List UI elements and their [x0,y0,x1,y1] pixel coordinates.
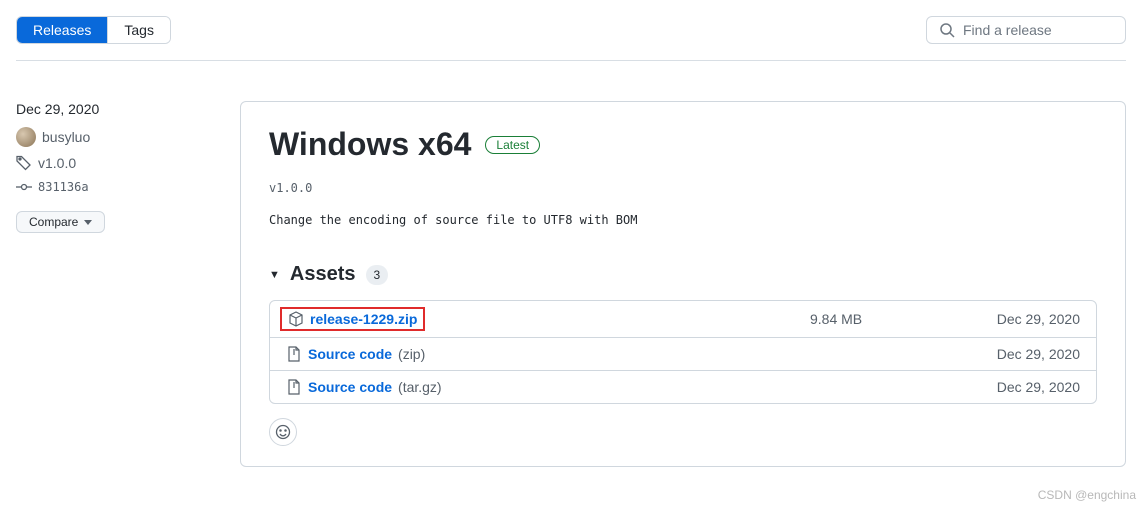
asset-link[interactable]: release-1229.zip [286,309,419,329]
search-input[interactable] [963,22,1113,38]
sidebar: Dec 29, 2020 busyluo v1.0.0 831136a Comp… [16,101,216,467]
release-panel: Windows x64 Latest v1.0.0 Change the enc… [240,101,1126,467]
asset-row: Source code (zip) Dec 29, 2020 [270,337,1096,370]
caret-down-icon: ▼ [269,269,280,281]
compare-label: Compare [29,215,78,229]
asset-size: 9.84 MB [810,311,960,327]
release-title: Windows x64 [269,126,471,163]
asset-name-text: Source code [308,379,392,395]
assets-toggle[interactable]: ▼ Assets 3 [269,263,1097,286]
asset-link[interactable]: Source code (zip) [286,346,425,362]
release-version: v1.0.0 [269,181,1097,195]
divider [16,60,1126,61]
add-reaction-button[interactable] [269,418,297,446]
asset-ext: (zip) [398,346,425,362]
highlight-box: release-1229.zip [280,307,425,331]
asset-date: Dec 29, 2020 [960,379,1080,395]
tab-releases[interactable]: Releases [17,17,107,43]
compare-button[interactable]: Compare [16,211,105,233]
asset-ext: (tar.gz) [398,379,442,395]
tag-icon [16,155,32,171]
asset-name-text: release-1229.zip [310,311,417,327]
package-icon [288,311,304,327]
caret-down-icon [84,220,92,225]
tab-tags[interactable]: Tags [107,17,170,43]
release-description: Change the encoding of source file to UT… [269,213,1097,227]
commit-icon [16,179,32,195]
release-date: Dec 29, 2020 [16,101,216,117]
latest-badge: Latest [485,136,540,154]
commit-link[interactable]: 831136a [38,180,89,194]
asset-date: Dec 29, 2020 [960,346,1080,362]
author-link[interactable]: busyluo [42,129,90,145]
assets-count: 3 [366,265,389,285]
avatar[interactable] [16,127,36,147]
asset-row: Source code (tar.gz) Dec 29, 2020 [270,370,1096,403]
assets-label: Assets [290,263,356,286]
search-container[interactable] [926,16,1126,44]
tabs-nav: Releases Tags [16,16,171,44]
asset-list: release-1229.zip9.84 MBDec 29, 2020Sourc… [269,300,1097,404]
asset-date: Dec 29, 2020 [960,311,1080,327]
zip-icon [286,379,302,395]
asset-name-text: Source code [308,346,392,362]
zip-icon [286,346,302,362]
smiley-icon [275,424,291,440]
tag-link[interactable]: v1.0.0 [38,155,76,171]
watermark: CSDN @engchina [1038,488,1136,502]
asset-link[interactable]: Source code (tar.gz) [286,379,442,395]
search-icon [939,22,955,38]
asset-row: release-1229.zip 9.84 MBDec 29, 2020 [270,301,1096,337]
